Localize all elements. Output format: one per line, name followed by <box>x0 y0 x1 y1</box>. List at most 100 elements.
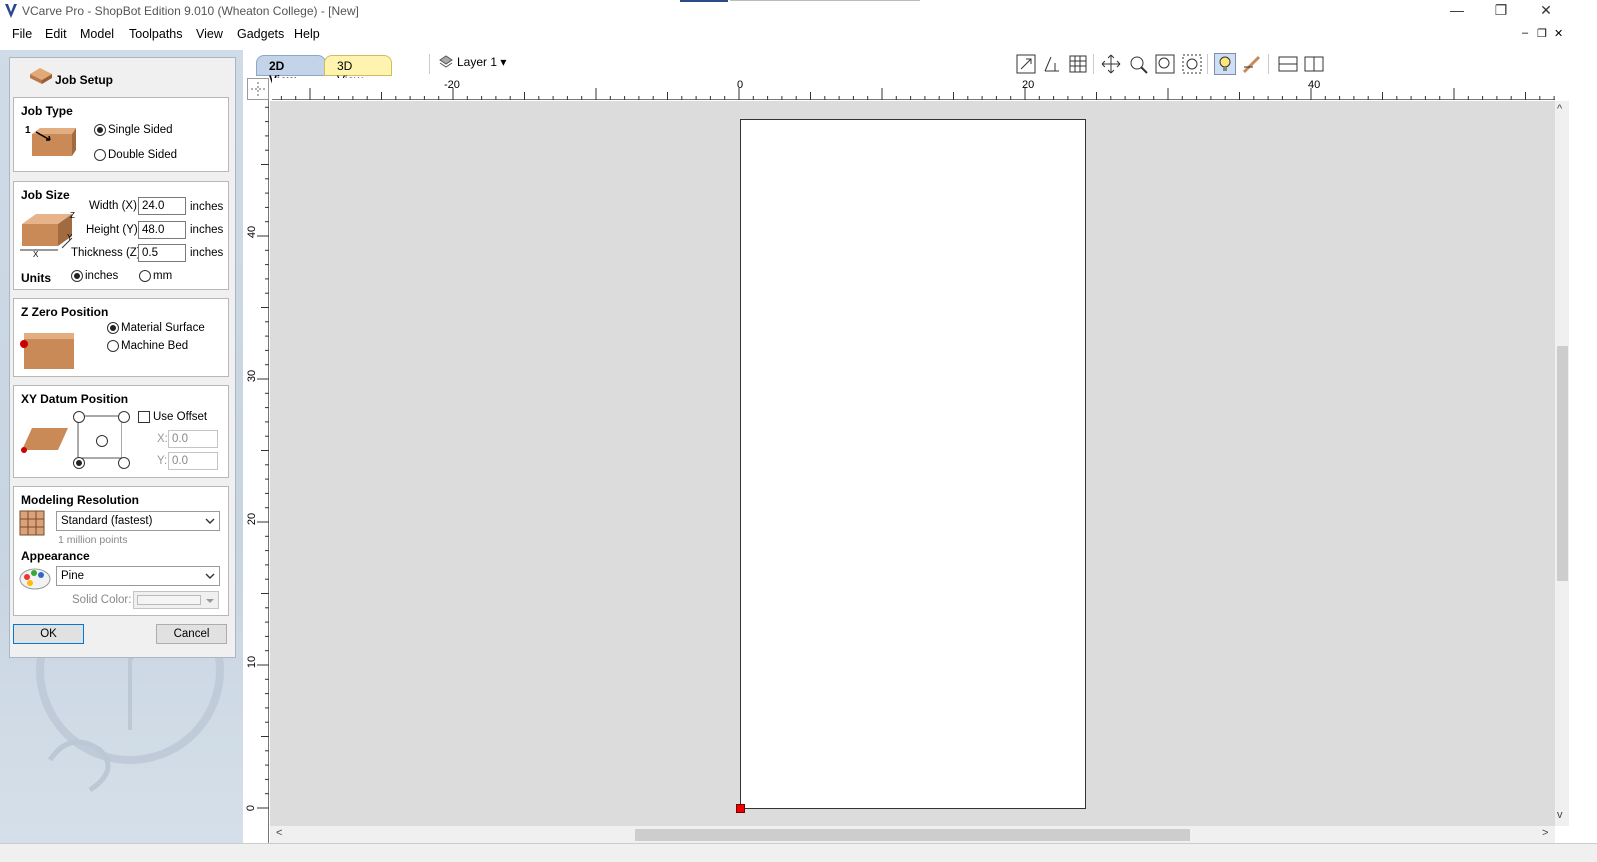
chevron-down-icon <box>205 571 215 584</box>
vcarve-logo-icon <box>5 4 17 21</box>
datum-bottom-left-radio[interactable] <box>73 457 85 469</box>
material-surface-label[interactable]: Material Surface <box>121 322 205 334</box>
ruler-left-label: 10 <box>246 655 259 669</box>
job-size-title: Job Size <box>21 188 70 202</box>
side-view-icon[interactable] <box>1303 53 1325 75</box>
resolution-grid-icon <box>19 510 45 539</box>
horizontal-scrollbar[interactable]: < > <box>270 826 1555 843</box>
light-bulb-icon[interactable] <box>1214 53 1236 75</box>
menu-gadgets[interactable]: Gadgets <box>237 27 284 41</box>
grid-icon[interactable] <box>1067 53 1089 75</box>
axis-x-label: X <box>33 250 39 259</box>
datum-bottom-right-radio[interactable] <box>118 457 130 469</box>
tab-3d-view[interactable]: 3D View <box>324 55 392 87</box>
mdi-minimize-button[interactable]: – <box>1522 27 1528 39</box>
solid-color-picker[interactable] <box>133 591 219 609</box>
menu-file[interactable]: File <box>12 27 32 41</box>
ruler-left-label: 0 <box>245 804 258 812</box>
ruler-top-label: -20 <box>444 79 460 91</box>
appearance-value: Pine <box>61 570 85 582</box>
offset-y-input[interactable] <box>168 452 218 470</box>
ruler-top-label: 0 <box>737 79 744 91</box>
axis-z-label: Z <box>70 211 75 220</box>
mdi-close-button[interactable]: ✕ <box>1554 27 1563 40</box>
layer-selector[interactable]: Layer 1 ▾ <box>457 55 506 69</box>
height-input[interactable] <box>138 221 186 239</box>
menu-view[interactable]: View <box>196 27 223 41</box>
xy-datum-title: XY Datum Position <box>21 392 129 406</box>
appearance-select[interactable]: Pine <box>56 566 220 586</box>
unit-mm-radio[interactable] <box>139 270 151 282</box>
tab-2d-view[interactable]: 2D View <box>256 55 326 87</box>
scroll-down-arrow[interactable]: v <box>1557 809 1563 821</box>
zoom-in-icon[interactable] <box>1154 53 1176 75</box>
ruler-left-label: 30 <box>246 369 259 383</box>
use-offset-label[interactable]: Use Offset <box>153 411 207 423</box>
pan-icon[interactable] <box>1100 53 1122 75</box>
ruler-corner[interactable] <box>247 78 269 100</box>
chevron-down-icon <box>205 516 215 529</box>
width-unit: inches <box>190 201 224 213</box>
single-sided-radio[interactable] <box>94 124 106 136</box>
menu-help[interactable]: Help <box>294 27 320 41</box>
unit-inches-radio[interactable] <box>71 270 83 282</box>
job-setup-panel: Job Setup Job Type 1 Single Sided Double… <box>0 50 243 862</box>
vertical-scrollbar[interactable]: ^ v <box>1555 101 1569 826</box>
width-label: Width (X): <box>89 200 141 212</box>
axis-y-label: Y <box>67 233 73 242</box>
scroll-right-arrow[interactable]: > <box>1542 827 1548 839</box>
single-sided-label[interactable]: Single Sided <box>108 124 173 136</box>
xy-datum-board-icon <box>20 424 70 457</box>
snap-icon[interactable] <box>1041 53 1063 75</box>
double-sided-label[interactable]: Double Sided <box>108 149 177 161</box>
horizontal-scroll-thumb[interactable] <box>635 829 1190 841</box>
minimize-button[interactable]: — <box>1434 0 1480 22</box>
modeling-resolution-select[interactable]: Standard (fastest) <box>56 511 220 531</box>
toolpath-icon[interactable] <box>1241 53 1263 75</box>
unit-mm-label[interactable]: mm <box>153 270 172 282</box>
toolbar-divider <box>1207 54 1208 74</box>
unit-inches-label[interactable]: inches <box>85 270 118 282</box>
ok-button[interactable]: OK <box>13 624 84 644</box>
datum-top-right-radio[interactable] <box>118 411 130 423</box>
use-offset-checkbox[interactable] <box>138 411 150 423</box>
cancel-button[interactable]: Cancel <box>156 624 227 644</box>
modeling-title: Modeling Resolution <box>21 493 139 507</box>
offset-x-label: X: <box>157 433 168 445</box>
restore-button[interactable]: ❐ <box>1478 0 1524 22</box>
scroll-up-arrow[interactable]: ^ <box>1557 103 1562 115</box>
vertical-scroll-thumb[interactable] <box>1557 346 1568 581</box>
title-accent-line <box>730 0 920 1</box>
window-title: VCarve Pro - ShopBot Edition 9.010 (Whea… <box>22 4 359 18</box>
width-input[interactable] <box>138 197 186 215</box>
menu-toolpaths[interactable]: Toolpaths <box>129 27 183 41</box>
machine-bed-label[interactable]: Machine Bed <box>121 340 188 352</box>
z-zero-group: Z Zero Position Material Surface Machine… <box>13 298 229 377</box>
datum-top-left-radio[interactable] <box>73 411 85 423</box>
ruler-top-label: 20 <box>1022 79 1035 91</box>
scroll-left-arrow[interactable]: < <box>276 827 282 839</box>
material-surface-radio[interactable] <box>107 322 119 334</box>
double-sided-radio[interactable] <box>94 149 106 161</box>
mdi-restore-button[interactable]: ❐ <box>1537 27 1547 40</box>
modeling-group: Modeling Resolution Standard (fastest) 1… <box>13 486 229 616</box>
split-view-icon[interactable] <box>1277 53 1299 75</box>
job-setup-title: Job Setup <box>55 73 114 87</box>
menu-edit[interactable]: Edit <box>45 27 67 41</box>
menu-model[interactable]: Model <box>80 27 114 41</box>
datum-center-radio[interactable] <box>96 435 108 447</box>
zoom-extents-icon[interactable] <box>1015 53 1037 75</box>
palette-icon <box>19 565 51 594</box>
z-zero-board-icon <box>18 329 78 374</box>
app-window: VCarve Pro - ShopBot Edition 9.010 (Whea… <box>0 0 1597 862</box>
solid-color-swatch <box>137 595 201 605</box>
toolbar-divider <box>429 54 430 74</box>
layer-icon <box>439 55 453 72</box>
thickness-input[interactable] <box>138 244 186 262</box>
machine-bed-radio[interactable] <box>107 340 119 352</box>
zoom-out-icon[interactable] <box>1181 53 1203 75</box>
close-button[interactable]: ✕ <box>1523 0 1569 22</box>
drawing-canvas[interactable] <box>270 101 1555 826</box>
zoom-window-icon[interactable] <box>1127 53 1149 75</box>
offset-x-input[interactable] <box>168 430 218 448</box>
